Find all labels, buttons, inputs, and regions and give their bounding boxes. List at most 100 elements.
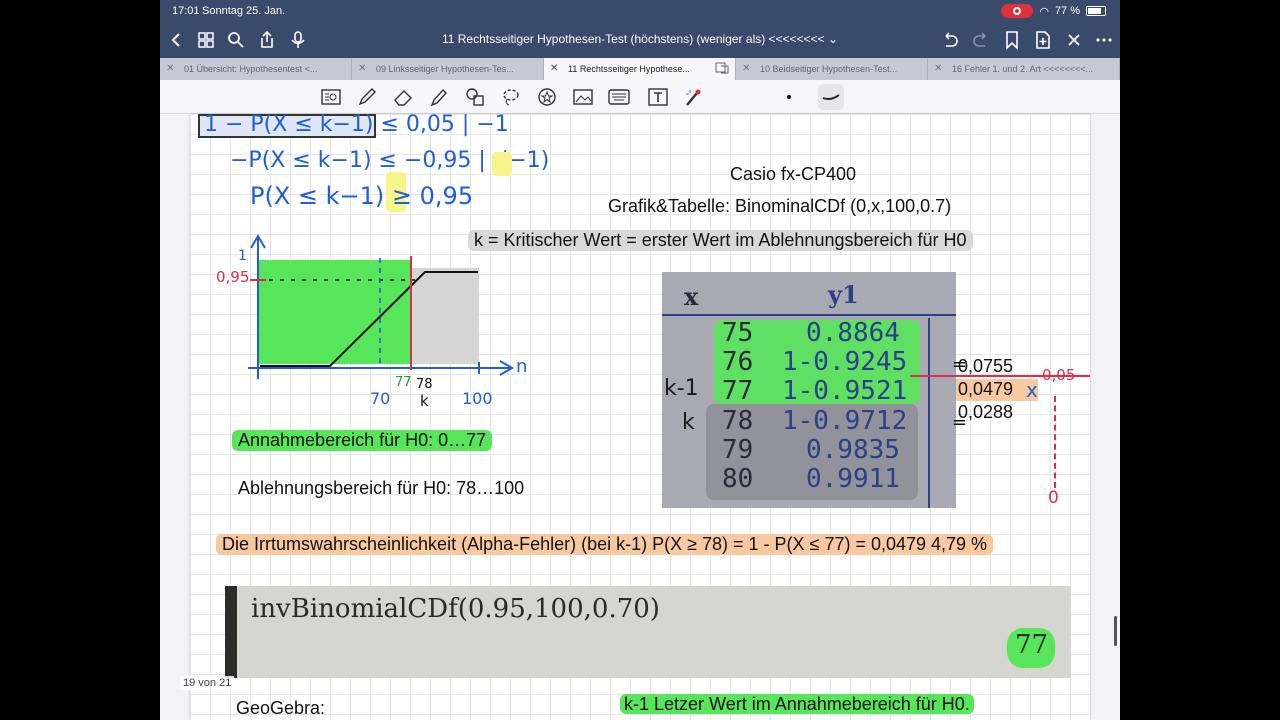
annahmebereich-text: Annahmebereich für H0: 0…77 [232, 430, 493, 451]
calc-row-77: 77 1-0.9521 [722, 376, 952, 406]
battery-icon [1086, 6, 1106, 16]
tab-close-icon[interactable]: ✕ [166, 63, 174, 74]
letzter-wert-text: k-1 Letzer Wert im Annahmebereich für H0… [620, 694, 974, 715]
bookmark-icon[interactable] [1002, 30, 1022, 50]
split-view-icon[interactable] [715, 62, 729, 76]
ink-alpha-0: 0 [1048, 488, 1059, 508]
value-0479: 0,0479 [958, 379, 1014, 399]
close-icon[interactable] [1064, 30, 1084, 50]
ink-k-minus-1: k-1 [664, 376, 699, 401]
calc-header-x: x [684, 282, 699, 311]
tab-label: 10 Beidseitiger Hypothesen-Test... [760, 64, 898, 74]
laser-pointer-icon[interactable] [682, 86, 704, 108]
geogebra-heading: GeoGebra: [236, 698, 326, 718]
graph-label-70: 70 [370, 389, 390, 408]
calc-y-78: 1-0.9712 [782, 406, 908, 436]
reader-icon[interactable] [320, 86, 342, 108]
status-bar: 17:01 Sonntag 25. Jan. ◠ 77 % [160, 0, 1120, 22]
highlighter-icon[interactable] [428, 86, 450, 108]
tab-close-icon[interactable]: ✕ [358, 63, 366, 74]
graph-label-n: n [516, 356, 527, 377]
red-dashed-vertical [1054, 396, 1056, 488]
calc-x-77: 77 [722, 376, 754, 406]
letzter-wert-label: k-1 Letzer Wert im Annahmebereich für H0… [620, 694, 974, 714]
calc-x-76: 76 [722, 347, 754, 377]
redo-icon[interactable] [971, 30, 991, 50]
tab-beidseitig[interactable]: ✕ 10 Beidseitiger Hypothesen-Test... [736, 58, 928, 80]
inv-result: 77 [1015, 630, 1049, 660]
calc-y-77: 1-0.9521 [782, 376, 908, 406]
irrtum-text: Die Irrtumswahrscheinlichkeit (Alpha-Feh… [216, 534, 994, 555]
rejection-area [411, 268, 479, 364]
lasso-icon[interactable] [500, 86, 522, 108]
keyboard-icon[interactable] [608, 86, 630, 108]
acceptance-area [258, 260, 411, 364]
calc-y-80: 0.9911 [806, 464, 900, 494]
add-page-icon[interactable] [1033, 30, 1053, 50]
status-right: ◠ 77 % [1001, 4, 1106, 18]
tab-uebersicht[interactable]: ✕ 01 Übersicht: Hypothesentest <... [160, 58, 352, 80]
image-icon[interactable] [572, 86, 594, 108]
tab-label: 16 Fehler 1. und 2. Art <<<<<<<<... [952, 64, 1094, 74]
undo-icon[interactable] [940, 30, 960, 50]
calc-header-line [662, 314, 956, 316]
tab-bar: ✕ 01 Übersicht: Hypothesentest <... ✕ 09 L… [160, 58, 1120, 80]
ink-k: k [682, 410, 695, 435]
calc-x-75: 75 [722, 318, 754, 348]
calc-y-79: 0.9835 [806, 435, 900, 465]
calc-y-76: 1-0.9245 [782, 347, 908, 377]
drawing-toolbar [160, 80, 1120, 114]
value-0288: 0,0288 [958, 402, 1014, 422]
graph-label-77: 77 [395, 375, 412, 390]
ipad-screen: 17:01 Sonntag 25. Jan. ◠ 77 % 11 Rechtss… [160, 0, 1120, 720]
calc-row-79: 79 0.9835 [722, 435, 952, 465]
cdf-sketch: 1 0,95 n 70 77 78 k 100 [216, 234, 527, 410]
sticker-icon[interactable] [536, 86, 558, 108]
tab-close-icon[interactable]: ✕ [742, 63, 750, 74]
tab-close-icon[interactable]: ✕ [934, 63, 942, 74]
nav-bar: 11 Rechtsseitiger Hypothesen-Test (höchs… [160, 22, 1120, 58]
graph-label-095: 0,95 [216, 268, 249, 286]
status-date: Sonntag 25. Jan. [202, 5, 286, 17]
shapes-icon[interactable] [464, 86, 486, 108]
calculator-table-photo: x y1 75 0.8864 76 1-0.9245 77 1-0.9521 7… [662, 272, 956, 508]
calc-x-79: 79 [722, 435, 754, 465]
tab-label: 09 Linksseitiger Hypothesen-Tes... [376, 64, 514, 74]
recording-icon[interactable] [1001, 4, 1034, 18]
scroll-handle[interactable] [1114, 616, 1117, 646]
ink-alpha-x: x [1026, 378, 1038, 402]
calc-x-80: 80 [722, 464, 754, 494]
tab-label: 01 Übersicht: Hypothesentest <... [184, 64, 318, 74]
ablehnungsbereich-text: Ablehnungsbereich für H0: 78…100 [238, 478, 525, 498]
more-icon[interactable] [1094, 30, 1114, 50]
tab-label: 11 Rechtsseitiger Hypothese... [568, 64, 690, 74]
tab-linksseitig[interactable]: ✕ 09 Linksseitiger Hypothesen-Tes... [352, 58, 544, 80]
casio-heading: Casio fx-CP400 [730, 164, 857, 184]
inv-binomial-photo: invBinomialCDf(0.95,100,0.70) 77 [225, 586, 1071, 678]
eraser-icon[interactable] [392, 86, 414, 108]
pen-stroke-icon[interactable] [818, 84, 844, 110]
value-0755: 0,0755 [958, 356, 1014, 376]
calc-row-80: 80 0.9911 [722, 464, 952, 494]
tab-fehler[interactable]: ✕ 16 Fehler 1. und 2. Art <<<<<<<<... [928, 58, 1120, 80]
calc-y-75: 0.8864 [806, 318, 900, 348]
calc-row-78: 78 1-0.9712 [722, 406, 952, 436]
pen-size-dot-icon[interactable] [778, 86, 800, 108]
pen-icon[interactable] [356, 86, 378, 108]
status-time: 17:01 [172, 5, 200, 17]
notebook-page[interactable]: 1 − P(X ≤ k−1) ≤ 0,05 | −1 −P(X ≤ k−1) ≤… [190, 114, 1090, 720]
grafik-heading: Grafik&Tabelle: BinominalCDf (0,x,100,0.… [608, 196, 952, 216]
ink-alpha-005: 0,05 [1042, 366, 1076, 384]
wifi-icon: ◠ [1039, 5, 1049, 18]
kritisch-text: k = Kritischer Wert = erster Wert im Abl… [468, 230, 973, 251]
graph-label-78: 78 [416, 377, 433, 392]
calc-row-75: 75 0.8864 [722, 318, 952, 348]
calc-x-78: 78 [722, 406, 754, 436]
tab-rechtsseitig[interactable]: ✕ 11 Rechtsseitiger Hypothese... [544, 58, 736, 80]
calc-header-y1: y1 [828, 280, 859, 309]
inv-formula: invBinomialCDf(0.95,100,0.70) [251, 594, 660, 624]
graph-label-1: 1 [238, 248, 247, 264]
text-box-icon[interactable] [647, 86, 669, 108]
tab-close-icon[interactable]: ✕ [550, 63, 558, 74]
ink-line-3: P(X ≤ k−1) ≥ 0,95 [250, 182, 474, 210]
